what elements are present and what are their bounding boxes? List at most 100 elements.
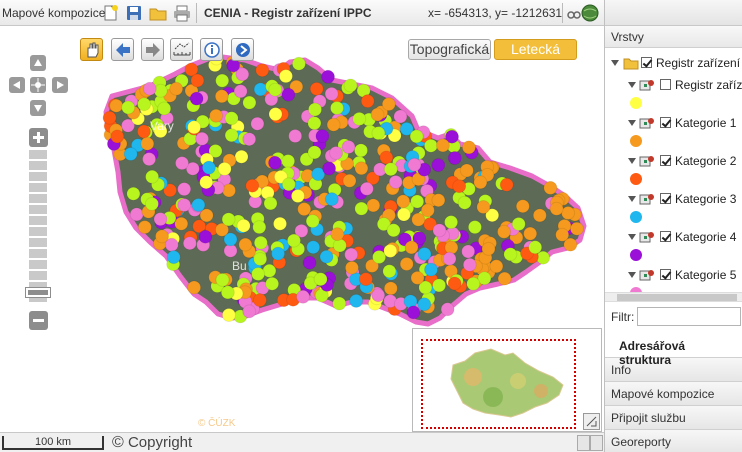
facility-marker[interactable] bbox=[187, 120, 202, 135]
facility-marker[interactable] bbox=[497, 271, 512, 286]
pan-up-button[interactable] bbox=[30, 55, 46, 71]
facility-marker[interactable] bbox=[344, 247, 359, 262]
facility-marker[interactable] bbox=[175, 156, 189, 171]
facility-marker[interactable] bbox=[332, 296, 347, 311]
facility-marker[interactable] bbox=[155, 229, 169, 244]
facility-marker[interactable] bbox=[121, 100, 136, 115]
panel-tab[interactable]: Adresářová struktura bbox=[605, 334, 742, 367]
zoom-level-step[interactable] bbox=[29, 205, 47, 214]
facility-marker[interactable] bbox=[221, 212, 236, 227]
facility-marker[interactable] bbox=[452, 179, 467, 194]
facility-marker[interactable] bbox=[305, 214, 320, 229]
facility-marker[interactable] bbox=[209, 108, 224, 123]
facility-marker[interactable] bbox=[153, 212, 168, 227]
facility-marker[interactable] bbox=[424, 262, 438, 277]
zoom-level-step[interactable] bbox=[29, 161, 47, 170]
facility-marker[interactable] bbox=[253, 252, 268, 266]
facility-marker[interactable] bbox=[182, 236, 197, 251]
collapse-icon[interactable] bbox=[610, 58, 620, 68]
facility-marker[interactable] bbox=[306, 240, 321, 255]
collapse-icon[interactable] bbox=[627, 80, 637, 90]
layer-item[interactable]: Kategorie 5 bbox=[605, 266, 742, 284]
facility-marker[interactable] bbox=[224, 128, 239, 143]
facility-marker[interactable] bbox=[481, 241, 496, 256]
facility-marker[interactable] bbox=[233, 84, 248, 99]
facility-marker[interactable] bbox=[461, 140, 476, 155]
facility-marker[interactable] bbox=[410, 194, 425, 209]
tree-root-checkbox[interactable] bbox=[641, 57, 652, 68]
pan-down-button[interactable] bbox=[30, 100, 46, 116]
collapse-icon[interactable] bbox=[627, 156, 637, 166]
pan-right-button[interactable] bbox=[52, 77, 68, 93]
facility-marker[interactable] bbox=[129, 207, 144, 222]
pan-tool-button[interactable] bbox=[80, 38, 103, 61]
facility-marker[interactable] bbox=[352, 111, 367, 126]
facility-marker[interactable] bbox=[174, 216, 189, 231]
facility-marker[interactable] bbox=[224, 111, 239, 126]
collapse-icon[interactable] bbox=[627, 270, 637, 280]
facility-marker[interactable] bbox=[195, 131, 209, 146]
facility-marker[interactable] bbox=[366, 198, 381, 213]
facility-marker[interactable] bbox=[322, 161, 337, 176]
facility-marker[interactable] bbox=[324, 86, 339, 101]
facility-marker[interactable] bbox=[457, 195, 472, 210]
facility-marker[interactable] bbox=[271, 246, 286, 261]
zoom-level-step[interactable] bbox=[29, 249, 47, 258]
panel-tab[interactable]: Mapové kompozice bbox=[605, 382, 742, 406]
facility-marker[interactable] bbox=[440, 302, 455, 317]
collapse-icon[interactable] bbox=[627, 118, 637, 128]
layer-item[interactable]: Registr zaříze bbox=[605, 76, 742, 94]
facility-marker[interactable] bbox=[431, 193, 446, 208]
facility-marker[interactable] bbox=[199, 175, 214, 190]
facility-marker[interactable] bbox=[238, 237, 253, 252]
facility-marker[interactable] bbox=[214, 89, 229, 104]
save-icon[interactable] bbox=[125, 4, 143, 22]
facility-marker[interactable] bbox=[252, 293, 267, 308]
pan-left-button[interactable] bbox=[9, 77, 25, 93]
facility-marker[interactable] bbox=[332, 238, 347, 253]
collapse-icon[interactable] bbox=[627, 194, 637, 204]
history-back-button[interactable] bbox=[111, 38, 134, 61]
layer-checkbox[interactable] bbox=[660, 117, 671, 128]
facility-marker[interactable] bbox=[201, 160, 216, 175]
facility-marker[interactable] bbox=[432, 223, 447, 238]
facility-marker[interactable] bbox=[253, 235, 268, 250]
layer-item[interactable]: Kategorie 4 bbox=[605, 228, 742, 246]
facility-marker[interactable] bbox=[447, 151, 462, 165]
facility-marker[interactable] bbox=[253, 82, 268, 97]
facility-marker[interactable] bbox=[515, 199, 530, 214]
facility-marker[interactable] bbox=[307, 145, 322, 160]
facility-marker[interactable] bbox=[221, 308, 236, 322]
facility-marker[interactable] bbox=[511, 217, 526, 231]
facility-marker[interactable] bbox=[549, 201, 564, 216]
facility-marker[interactable] bbox=[532, 208, 547, 223]
facility-marker[interactable] bbox=[503, 247, 518, 262]
facility-marker[interactable] bbox=[242, 304, 257, 319]
zoom-out-button[interactable] bbox=[29, 311, 48, 330]
facility-marker[interactable] bbox=[220, 285, 235, 300]
facility-marker[interactable] bbox=[307, 116, 322, 131]
zoom-level-step[interactable] bbox=[29, 260, 47, 269]
facility-marker[interactable] bbox=[461, 244, 476, 259]
pan-center-button[interactable] bbox=[30, 77, 46, 93]
facility-marker[interactable] bbox=[379, 150, 394, 165]
facility-marker[interactable] bbox=[354, 143, 368, 158]
facility-marker[interactable] bbox=[102, 110, 117, 125]
facility-marker[interactable] bbox=[281, 177, 296, 192]
layer-checkbox[interactable] bbox=[660, 231, 671, 242]
facility-marker[interactable] bbox=[142, 152, 157, 167]
facility-marker[interactable] bbox=[330, 101, 344, 115]
facility-marker[interactable] bbox=[330, 227, 345, 242]
overview-extent-frame[interactable] bbox=[421, 339, 576, 429]
facility-marker[interactable] bbox=[137, 97, 152, 112]
facility-marker[interactable] bbox=[109, 98, 124, 113]
facility-marker[interactable] bbox=[140, 136, 155, 151]
zoom-level-step[interactable] bbox=[29, 172, 47, 181]
facility-marker[interactable] bbox=[236, 218, 251, 233]
zoom-level-step[interactable] bbox=[29, 227, 47, 236]
panel-tab[interactable]: Připojit službu bbox=[605, 406, 742, 430]
zoom-level-step[interactable] bbox=[29, 271, 47, 280]
facility-marker[interactable] bbox=[407, 157, 422, 172]
collapse-icon[interactable] bbox=[627, 232, 637, 242]
overview-toggle-button[interactable] bbox=[583, 413, 600, 430]
